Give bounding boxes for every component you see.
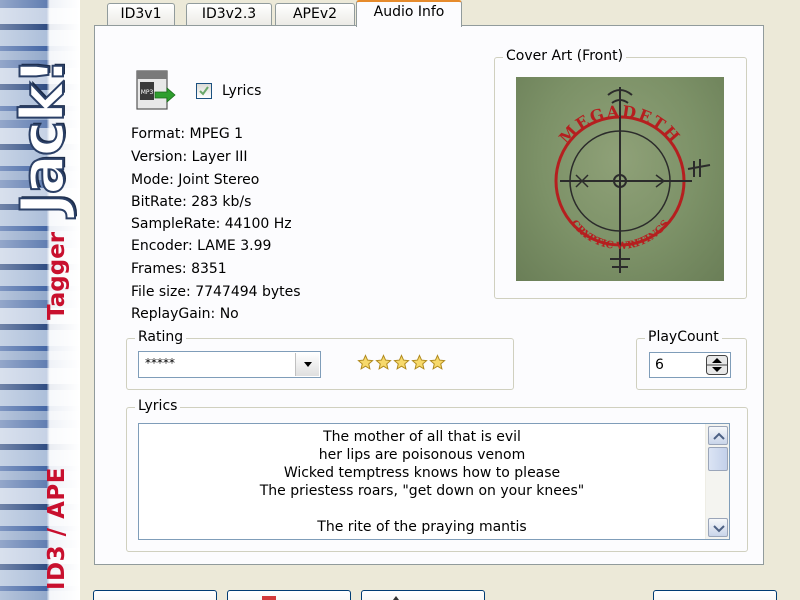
star-icon[interactable]: [393, 354, 410, 371]
checkmark-icon: [199, 86, 209, 96]
app-subtitle-tagger: Tagger: [44, 231, 70, 320]
tab-apev2[interactable]: APEv2: [275, 3, 355, 25]
star-icon[interactable]: [429, 354, 446, 371]
scroll-down-button[interactable]: [708, 518, 728, 537]
info-frames: Frames: 8351: [131, 261, 227, 277]
star-icon[interactable]: [411, 354, 428, 371]
lyrics-line: [139, 500, 705, 518]
app-branding-strip: Jack! ID3 / APE Tagger: [0, 0, 80, 600]
lyrics-group-title: Lyrics: [135, 398, 181, 414]
bottom-button-4[interactable]: [653, 590, 777, 600]
rating-title: Rating: [135, 329, 187, 345]
info-file-size: File size: 7747494 bytes: [131, 284, 301, 300]
lyrics-line: The rite of the praying mantis: [317, 519, 527, 535]
scroll-up-button[interactable]: [708, 426, 728, 445]
bottom-button-3[interactable]: [361, 590, 485, 600]
lyrics-line: her lips are poisonous venom: [318, 447, 526, 463]
spin-buttons-icon[interactable]: [706, 355, 728, 375]
scroll-thumb[interactable]: [708, 447, 728, 471]
lyrics-line: The priestess roars, "get down on your k…: [259, 483, 585, 499]
info-samplerate: SampleRate: 44100 Hz: [131, 216, 292, 232]
star-icon[interactable]: [375, 354, 392, 371]
mp3-file-icon: MP3: [136, 70, 176, 110]
chevron-up-icon: [713, 432, 725, 440]
info-encoder: Encoder: LAME 3.99: [131, 238, 272, 254]
lyrics-line: Wicked temptress knows how to please: [283, 465, 561, 481]
button-icon: [262, 596, 276, 600]
cover-art-image[interactable]: MEGADETH CRYPTIC WRITINGS: [516, 77, 724, 281]
cover-art-title: Cover Art (Front): [503, 48, 627, 64]
info-version: Version: Layer III: [131, 149, 248, 165]
app-logo: Jack!: [7, 58, 79, 216]
chevron-down-icon: [713, 525, 725, 533]
info-format: Format: MPEG 1: [131, 126, 244, 142]
tab-id3v2-3[interactable]: ID3v2.3: [186, 3, 272, 25]
rating-dropdown-button[interactable]: [295, 353, 319, 376]
lyrics-checkbox[interactable]: [196, 83, 212, 99]
lyrics-text: The mother of all that is evil her lips …: [139, 428, 705, 536]
playcount-input[interactable]: 6: [649, 352, 731, 378]
lyrics-textarea[interactable]: The mother of all that is evil her lips …: [138, 423, 730, 540]
bottom-button-1[interactable]: [93, 590, 217, 600]
star-icon[interactable]: [357, 354, 374, 371]
bottom-button-2[interactable]: [227, 590, 351, 600]
playcount-title: PlayCount: [645, 329, 722, 345]
cover-art-drawing: MEGADETH CRYPTIC WRITINGS: [554, 87, 711, 273]
info-replaygain: ReplayGain: No: [131, 306, 239, 322]
info-mode: Mode: Joint Stereo: [131, 172, 260, 188]
app-subtitle: ID3 / APE: [44, 467, 70, 590]
info-bitrate: BitRate: 283 kb/s: [131, 194, 252, 210]
tab-audio-info[interactable]: Audio Info: [356, 0, 462, 27]
rating-dropdown-value: *****: [145, 356, 175, 370]
lyrics-line: The mother of all that is evil: [323, 429, 521, 445]
tab-id3v1[interactable]: ID3v1: [107, 3, 175, 25]
playcount-value: 6: [655, 357, 664, 373]
rating-stars[interactable]: [357, 354, 446, 371]
chevron-down-icon: [304, 362, 312, 367]
rating-dropdown[interactable]: *****: [138, 351, 321, 378]
mp3-icon-label: MP3: [141, 89, 154, 96]
button-icon: [393, 596, 399, 600]
lyrics-scrollbar[interactable]: [705, 424, 729, 539]
lyrics-checkbox-label: Lyrics: [222, 83, 262, 99]
